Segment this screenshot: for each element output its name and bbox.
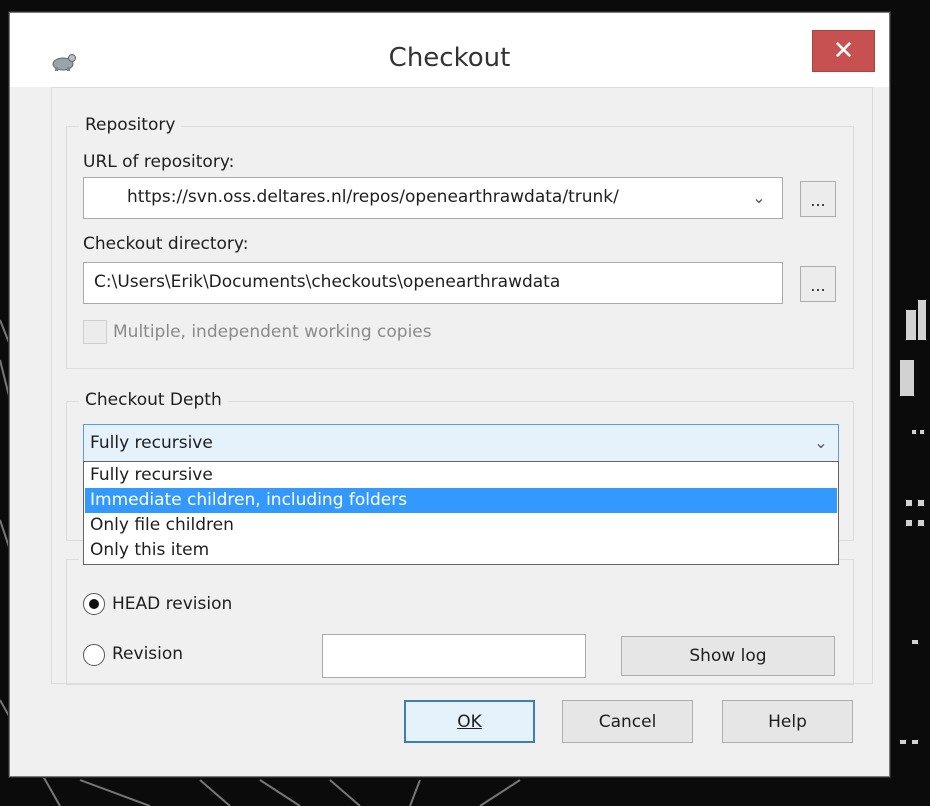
depth-option-fully-recursive[interactable]: Fully recursive [85, 463, 837, 488]
dialog-content: Repository URL of repository: https://sv… [51, 87, 873, 685]
depth-combobox[interactable]: Fully recursive ⌄ [83, 424, 839, 462]
radio-selected-dot [89, 599, 99, 609]
checkout-dir-value: C:\Users\Erik\Documents\checkouts\openea… [94, 272, 561, 292]
checkout-dir-label: Checkout directory: [83, 234, 249, 254]
dialog-title: Checkout [388, 43, 511, 73]
url-label: URL of repository: [83, 152, 235, 172]
revision-input[interactable] [322, 634, 586, 678]
head-revision-label: HEAD revision [112, 594, 233, 614]
revision-radio[interactable] [83, 644, 105, 666]
help-button[interactable]: Help [722, 700, 853, 743]
url-browse-button[interactable]: ... [800, 181, 836, 217]
close-icon: ✕ [832, 36, 855, 66]
multiple-copies-label: Multiple, independent working copies [113, 322, 432, 342]
depth-selected-value: Fully recursive [90, 433, 213, 453]
cancel-button[interactable]: Cancel [562, 700, 693, 743]
chevron-down-icon[interactable]: ⌄ [814, 435, 828, 451]
head-revision-radio[interactable] [83, 593, 105, 615]
url-value: https://svn.oss.deltares.nl/repos/openea… [127, 187, 619, 207]
depth-option-immediate-children[interactable]: Immediate children, including folders [85, 488, 837, 513]
chevron-down-icon[interactable]: ⌄ [752, 190, 766, 206]
close-button[interactable]: ✕ [812, 30, 875, 72]
revision-label: Revision [112, 644, 184, 664]
depth-option-this-item[interactable]: Only this item [85, 538, 837, 563]
multiple-copies-checkbox[interactable] [83, 320, 107, 344]
show-log-button[interactable]: Show log [621, 636, 835, 676]
depth-option-file-children[interactable]: Only file children [85, 513, 837, 538]
checkout-dir-input[interactable]: C:\Users\Erik\Documents\checkouts\openea… [83, 262, 783, 304]
repository-group-title: Repository [79, 115, 182, 135]
checkout-dialog: Checkout ✕ Repository URL of repository:… [9, 12, 890, 777]
ok-button[interactable]: OK [404, 700, 535, 743]
checkout-depth-group-title: Checkout Depth [79, 390, 228, 410]
url-combobox[interactable]: https://svn.oss.deltares.nl/repos/openea… [83, 177, 783, 219]
dir-browse-button[interactable]: ... [800, 266, 836, 302]
title-bar[interactable]: Checkout ✕ [10, 13, 889, 87]
depth-dropdown-list[interactable]: Fully recursive Immediate children, incl… [83, 461, 839, 565]
